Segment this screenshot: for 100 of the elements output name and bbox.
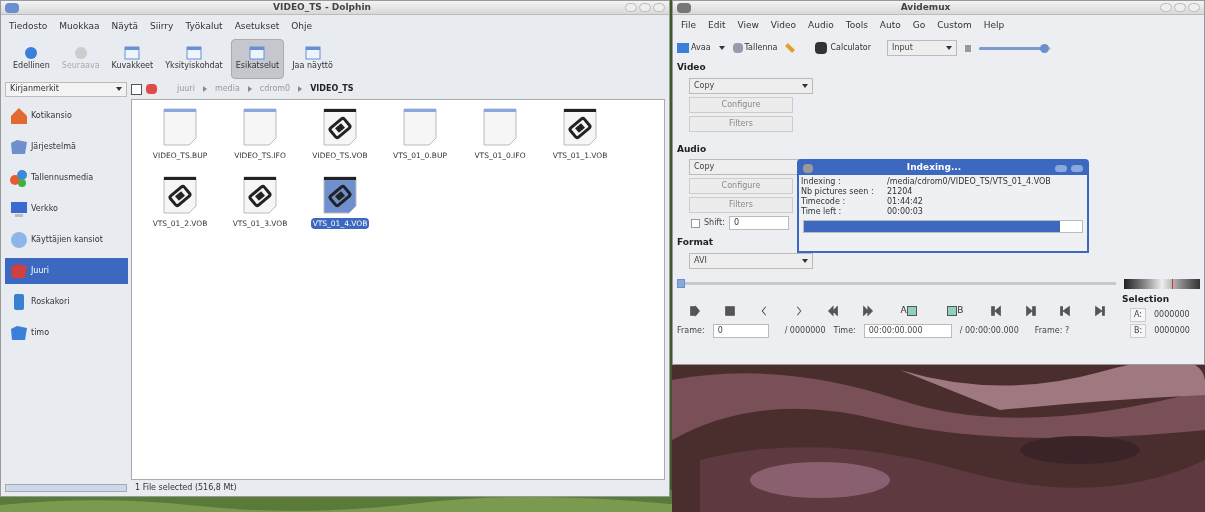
bookmarks-dropdown[interactable]: Kirjanmerkit xyxy=(5,81,127,97)
columns-icon xyxy=(124,46,141,60)
frame-label: Frame: xyxy=(677,324,705,337)
maximize-icon[interactable] xyxy=(1174,3,1186,12)
app-icon xyxy=(677,2,691,13)
document-icon xyxy=(163,108,197,146)
play-icon[interactable] xyxy=(689,304,701,317)
toolbar-button[interactable]: Yksityiskohdat xyxy=(161,39,227,79)
minimize-icon[interactable] xyxy=(1160,3,1172,12)
toolbar-button[interactable]: Esikatselut xyxy=(230,39,285,79)
end-icon[interactable] xyxy=(1093,304,1106,317)
chevron-icon xyxy=(202,86,207,92)
menu-item[interactable]: Custom xyxy=(937,19,972,33)
shift-label: Shift: xyxy=(704,217,725,229)
rewind-icon[interactable] xyxy=(827,304,840,317)
arrow-circle-icon xyxy=(23,46,40,60)
section-title: Audio xyxy=(677,142,708,156)
dropdown[interactable]: Input xyxy=(887,40,958,56)
menu-item[interactable]: Tools xyxy=(845,19,868,33)
app-icon xyxy=(5,2,19,13)
menu-item[interactable]: Help xyxy=(983,19,1005,33)
menu-item[interactable]: Asetukset xyxy=(234,20,280,34)
menu-item[interactable]: Audio xyxy=(808,19,834,33)
film-file-icon xyxy=(323,108,357,146)
columns-icon xyxy=(304,46,321,60)
info-label: Indexing : xyxy=(801,177,842,187)
info-label: Nb pictures seen : xyxy=(801,187,875,197)
window-title: VIDEO_TS - Dolphin xyxy=(272,0,372,14)
caret-icon[interactable] xyxy=(718,46,725,50)
menu-item[interactable]: View xyxy=(737,19,759,33)
time-label: Time: xyxy=(833,324,856,337)
menu-item[interactable]: Ohje xyxy=(291,20,313,34)
info-value: /media/cdrom0/VIDEO_TS/VTS_01_4.VOB xyxy=(887,177,1052,187)
time-total: / 00:00:00.000 xyxy=(959,324,1019,337)
menu-item[interactable]: Siirry xyxy=(150,20,174,34)
location-icon[interactable] xyxy=(146,84,157,94)
maximize-icon[interactable] xyxy=(639,3,651,12)
arrow-circle-icon xyxy=(72,46,89,60)
menu-item[interactable]: Työkalut xyxy=(185,20,223,34)
film-file-icon xyxy=(563,108,597,146)
toolbar-button[interactable]: Kuvakkeet xyxy=(107,39,158,79)
menu-item[interactable]: Auto xyxy=(879,19,901,33)
info-value: 00:00:03 xyxy=(887,207,924,217)
caret-icon xyxy=(802,258,808,263)
calculator-icon xyxy=(815,42,828,54)
seek-bar[interactable] xyxy=(677,279,1116,288)
dropdown[interactable]: AVI xyxy=(689,252,813,269)
scrollbar[interactable] xyxy=(5,484,127,492)
fastforward-icon[interactable] xyxy=(861,304,874,317)
menu-item[interactable]: Tiedosto xyxy=(9,20,48,34)
open-button[interactable]: Avaa xyxy=(677,42,711,54)
places-item[interactable]: timo xyxy=(5,320,128,346)
places-item[interactable]: Kotikansio xyxy=(5,103,128,129)
stop-icon[interactable] xyxy=(723,304,736,317)
close-icon[interactable] xyxy=(1071,164,1083,172)
marker-button[interactable]: B xyxy=(943,302,968,319)
toolbar-button[interactable]: Edellinen xyxy=(9,39,54,79)
places-item[interactable]: Käyttäjien kansiot xyxy=(5,227,128,253)
close-icon[interactable] xyxy=(1188,3,1200,12)
calculator-button[interactable]: Calculator xyxy=(815,42,872,54)
slider-thumb[interactable] xyxy=(1039,43,1049,53)
places-item[interactable]: Verkko xyxy=(5,196,128,222)
shift-field[interactable]: 0 xyxy=(728,216,789,230)
time-field[interactable]: 00:00:00.000 xyxy=(863,323,952,338)
menu-item[interactable]: Näytä xyxy=(111,20,139,34)
menu-item[interactable]: File xyxy=(681,19,697,33)
marker-button[interactable]: A xyxy=(896,302,921,319)
chevron-icon xyxy=(298,86,303,92)
menu-item[interactable]: Muokkaa xyxy=(59,20,100,34)
toolbar-button[interactable]: Jaa näyttö xyxy=(288,39,337,79)
dropdown[interactable]: Copy xyxy=(689,77,813,94)
editable-path-icon[interactable] xyxy=(131,83,142,95)
places-item[interactable]: Tallennusmedia xyxy=(5,165,128,191)
save-button[interactable]: Tallenna xyxy=(732,42,778,54)
house-icon xyxy=(9,106,29,126)
volume-meter-icon xyxy=(1124,278,1200,289)
caret-icon xyxy=(802,83,808,88)
marker-a-button[interactable]: A: xyxy=(1130,308,1147,322)
marker-b-button[interactable]: B: xyxy=(1130,324,1147,338)
breadcrumb-item[interactable]: VIDEO_TS xyxy=(310,83,354,95)
checkbox[interactable] xyxy=(691,218,700,228)
menu-item[interactable]: Edit xyxy=(708,19,726,33)
places-item[interactable]: Järjestelmä xyxy=(5,134,128,160)
close-icon[interactable] xyxy=(653,3,665,12)
start-icon[interactable] xyxy=(1059,304,1072,317)
minimize-icon[interactable] xyxy=(1055,164,1067,172)
menu-item[interactable]: Go xyxy=(912,19,926,33)
columns-icon xyxy=(185,46,202,60)
frame-field[interactable]: 0 xyxy=(712,323,769,338)
menu-item[interactable]: Video xyxy=(770,19,797,33)
places-item[interactable]: Juuri xyxy=(5,258,128,284)
wrench-icon[interactable] xyxy=(785,43,796,53)
minimize-icon[interactable] xyxy=(625,3,637,12)
section-title: Video xyxy=(677,61,707,74)
info-label: Time left : xyxy=(801,207,843,217)
document-icon xyxy=(403,108,437,146)
document-icon xyxy=(483,108,517,146)
places-item[interactable]: Roskakori xyxy=(5,289,128,315)
marker-a-value: 0000000 xyxy=(1154,309,1190,321)
frame-type: Frame: ? xyxy=(1034,324,1070,337)
